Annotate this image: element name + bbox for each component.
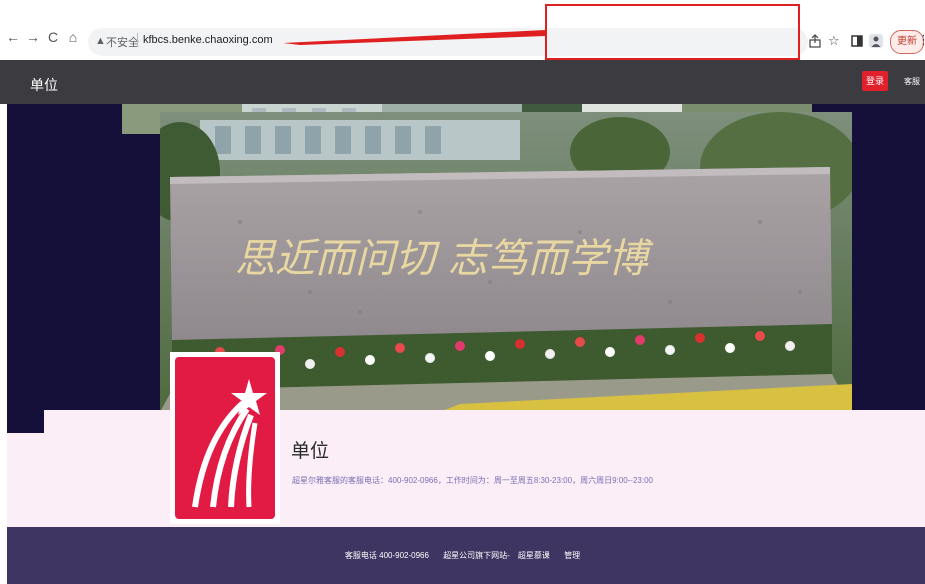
update-label: 更新	[897, 36, 917, 47]
login-button[interactable]: 登录	[862, 71, 888, 91]
annotation-box	[545, 4, 800, 60]
sidebar-icon[interactable]	[851, 35, 863, 47]
footer-admin-link[interactable]: 管理	[564, 551, 580, 560]
footer-hotline: 客服电话 400-902-0966	[344, 551, 429, 560]
site-title[interactable]: 单位	[30, 75, 58, 95]
banner-motto: 思近而问切 志笃而学博	[235, 236, 654, 282]
footer-links: 客服电话 400-902-0966 超星公司旗下网站- 超星慕课 管理	[0, 550, 925, 561]
unit-name: 单位	[291, 441, 330, 462]
footer-sites-label: 超星公司旗下网站-	[443, 551, 510, 560]
site-header	[0, 60, 925, 104]
profile-icon[interactable]	[869, 34, 883, 48]
annotation-arrow	[283, 30, 545, 45]
unit-description: 超星尔雅客服的客服电话：400-902-0966，工作时间为：周一至周五8:30…	[292, 476, 653, 485]
star-icon[interactable]: ☆	[828, 33, 840, 49]
footer-mooc-link[interactable]: 超星慕课	[518, 551, 550, 560]
menu-icon[interactable]: ⋮	[917, 32, 925, 48]
customer-service-link[interactable]: 客服	[904, 76, 920, 87]
share-icon[interactable]	[808, 34, 822, 48]
chaoxing-logo	[175, 357, 275, 519]
